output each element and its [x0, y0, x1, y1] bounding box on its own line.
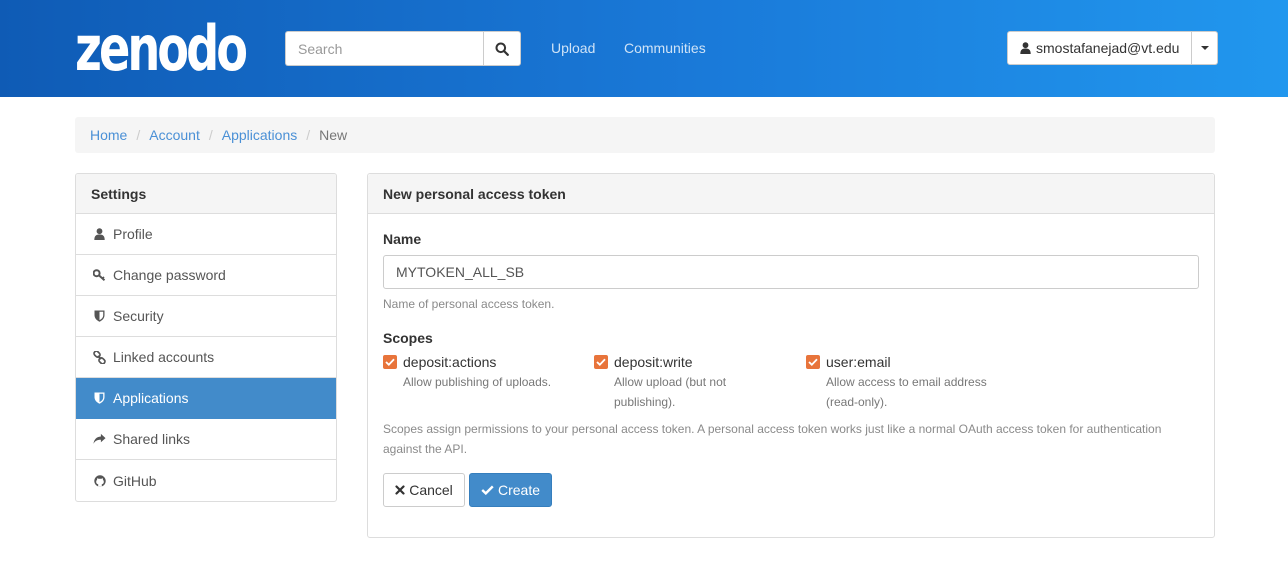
breadcrumb-separator: /	[208, 127, 213, 143]
breadcrumb-separator: /	[306, 127, 311, 143]
sidebar-item-profile[interactable]: Profile	[76, 214, 336, 255]
logo-text: zenodo	[75, 14, 246, 74]
sidebar-item-security[interactable]: Security	[76, 296, 336, 337]
settings-sidebar: Settings Profile Change password Securit…	[75, 173, 337, 502]
scope-user-email: user:email Allow access to email address…	[806, 354, 1006, 412]
shield-icon	[93, 391, 106, 405]
checkmark-icon	[385, 358, 395, 366]
sidebar-item-label: Linked accounts	[113, 349, 215, 365]
checkmark-icon	[808, 358, 818, 366]
user-email: smostafanejad@vt.edu	[1036, 40, 1180, 56]
name-help-text: Name of personal access token.	[383, 297, 555, 311]
user-account-button[interactable]: smostafanejad@vt.edu	[1007, 31, 1193, 65]
scope-name: deposit:write	[614, 354, 693, 370]
create-button-label: Create	[497, 482, 541, 498]
user-menu: smostafanejad@vt.edu	[1007, 31, 1219, 65]
new-token-panel: New personal access token Name Name of p…	[367, 173, 1215, 538]
scope-name: user:email	[826, 354, 891, 370]
scope-deposit-write: deposit:write Allow upload (but not publ…	[594, 354, 794, 412]
breadcrumb: Home / Account / Applications / New	[75, 117, 1215, 153]
zenodo-logo[interactable]: zenodo	[75, 14, 247, 74]
link-icon	[93, 350, 106, 364]
breadcrumb-separator: /	[136, 127, 141, 143]
sidebar-item-applications[interactable]: Applications	[76, 378, 336, 419]
breadcrumb-account[interactable]: Account	[149, 127, 200, 143]
sidebar-item-label: Change password	[113, 267, 226, 283]
scope-deposit-actions: deposit:actions Allow publishing of uplo…	[383, 354, 583, 392]
search-input[interactable]	[285, 31, 483, 66]
sidebar-item-github[interactable]: GitHub	[76, 460, 336, 501]
sidebar-item-label: Security	[113, 308, 164, 324]
search-bar	[285, 31, 521, 66]
sidebar-item-label: Profile	[113, 226, 153, 242]
scope-name: deposit:actions	[403, 354, 497, 370]
token-name-input[interactable]	[383, 255, 1199, 289]
scope-description: Allow access to email address (read-only…	[826, 375, 987, 409]
checkmark-icon	[596, 358, 606, 366]
chevron-down-icon	[1200, 46, 1209, 50]
scope-description: Allow upload (but not publishing).	[614, 375, 727, 409]
sidebar-item-label: Shared links	[113, 431, 191, 447]
cancel-button[interactable]: Cancel	[383, 473, 465, 507]
sidebar-item-linked-accounts[interactable]: Linked accounts	[76, 337, 336, 378]
breadcrumb-home[interactable]: Home	[90, 127, 127, 143]
sidebar-item-change-password[interactable]: Change password	[76, 255, 336, 296]
sidebar-heading: Settings	[76, 174, 336, 214]
search-button[interactable]	[483, 31, 521, 66]
github-icon	[93, 474, 106, 488]
checkmark-icon	[481, 485, 494, 495]
close-icon	[395, 485, 405, 495]
breadcrumb-current: New	[319, 127, 348, 143]
scopes-help-text: Scopes assign permissions to your person…	[383, 422, 1162, 456]
scope-description: Allow publishing of uploads.	[403, 375, 552, 389]
breadcrumb-applications[interactable]: Applications	[222, 127, 298, 143]
search-icon	[495, 42, 509, 56]
sidebar-item-shared-links[interactable]: Shared links	[76, 419, 336, 460]
panel-title: New personal access token	[368, 174, 1214, 214]
scopes-label: Scopes	[383, 330, 433, 346]
nav-communities-link[interactable]: Communities	[624, 40, 706, 56]
scope-checkbox[interactable]	[594, 355, 608, 369]
scope-checkbox[interactable]	[383, 355, 397, 369]
user-dropdown-toggle[interactable]	[1192, 31, 1219, 65]
share-icon	[93, 432, 106, 446]
shield-icon	[93, 309, 106, 323]
nav-upload-link[interactable]: Upload	[551, 40, 595, 56]
cancel-button-label: Cancel	[409, 482, 453, 498]
sidebar-item-label: Applications	[113, 390, 189, 406]
top-navbar: zenodo Upload Communities smostafanejad@…	[0, 0, 1288, 97]
create-button[interactable]: Create	[469, 473, 552, 507]
name-label: Name	[383, 231, 422, 247]
scope-checkbox[interactable]	[806, 355, 820, 369]
user-icon	[93, 227, 106, 241]
key-icon	[93, 268, 106, 282]
sidebar-item-label: GitHub	[113, 472, 157, 489]
user-icon	[1020, 42, 1031, 54]
